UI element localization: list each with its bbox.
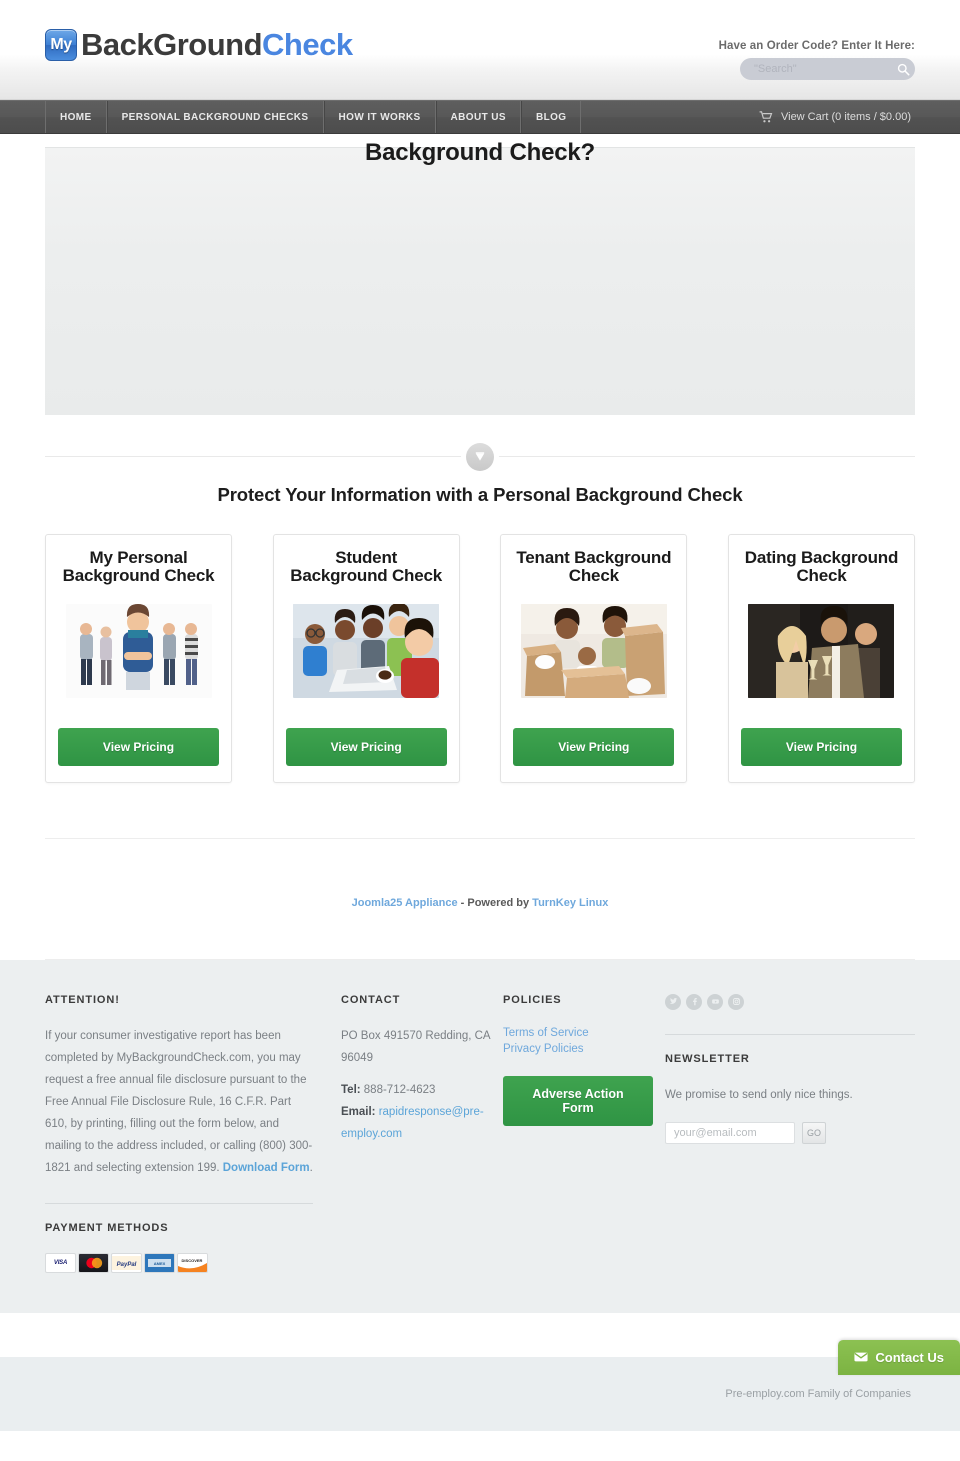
newsletter-email-input[interactable] (665, 1122, 795, 1144)
newsletter-text: We promise to send only nice things. (665, 1084, 915, 1106)
contact-heading: CONTACT (341, 994, 491, 1006)
attention-heading: ATTENTION! (45, 994, 313, 1006)
site-header: My BackGround Check Have an Order Code? … (0, 0, 960, 100)
contact-us-label: Contact Us (875, 1350, 944, 1365)
facebook-icon[interactable] (686, 994, 702, 1010)
nav-item-about-us[interactable]: ABOUT US (436, 101, 521, 133)
attention-body-end: . (310, 1162, 313, 1174)
amex-icon: AMEX (144, 1253, 175, 1273)
cart-icon (759, 111, 773, 123)
attention-body-text: If your consumer investigative report ha… (45, 1030, 312, 1174)
site-logo[interactable]: My BackGround Check (45, 27, 353, 63)
privacy-policies-link[interactable]: Privacy Policies (503, 1041, 653, 1057)
footer-col-attention: ATTENTION! If your consumer investigativ… (45, 994, 313, 1274)
card-title: My Personal Background Check (58, 549, 219, 586)
adverse-action-form-button[interactable]: Adverse Action Form (503, 1076, 653, 1126)
order-code-label: Have an Order Code? Enter It Here: (719, 40, 915, 52)
newsletter-heading: NEWSLETTER (665, 1053, 915, 1065)
card-title: Student Background Check (286, 549, 447, 586)
powered-by-line: Joomla25 Appliance - Powered by TurnKey … (45, 839, 915, 959)
footer-col-contact: CONTACT PO Box 491570 Redding, CA 96049 … (341, 994, 491, 1274)
family-with-moving-boxes-photo (521, 604, 667, 698)
footer-col-policies: POLICIES Terms of Service Privacy Polici… (503, 994, 653, 1274)
header-order-code-area: Have an Order Code? Enter It Here: (719, 40, 915, 80)
instagram-icon[interactable] (728, 994, 744, 1010)
product-cards: My Personal Background Check View Pricin… (45, 534, 915, 783)
logo-badge-my: My (45, 29, 77, 61)
search-box[interactable] (740, 58, 915, 80)
hero-title: Background Check? (45, 139, 915, 167)
card-my-personal-background-check[interactable]: My Personal Background Check View Pricin… (45, 534, 232, 783)
card-dating-background-check[interactable]: Dating Background Check (728, 534, 915, 783)
turnkey-linux-link[interactable]: TurnKey Linux (532, 897, 608, 909)
newsletter-go-button[interactable]: GO (802, 1122, 826, 1144)
view-pricing-button[interactable]: View Pricing (513, 728, 674, 766)
nav-item-personal-background-checks[interactable]: PERSONAL BACKGROUND CHECKS (107, 101, 324, 133)
contact-us-button[interactable]: Contact Us (838, 1340, 960, 1375)
payment-divider (45, 1203, 313, 1204)
nav-item-blog[interactable]: BLOG (521, 101, 582, 133)
contact-tel-row: Tel: 888-712-4623 (341, 1079, 491, 1101)
hero-divider (45, 456, 915, 457)
discover-icon: DISCOVER (177, 1253, 208, 1273)
tel-value: 888-712-4623 (361, 1084, 436, 1096)
card-title: Tenant Background Check (513, 549, 674, 586)
main-navigation: HOME PERSONAL BACKGROUND CHECKS HOW IT W… (0, 100, 960, 134)
footer-col-social-newsletter: NEWSLETTER We promise to send only nice … (665, 994, 915, 1274)
powered-middle: - Powered by (458, 897, 533, 909)
svg-text:DISCOVER: DISCOVER (182, 1258, 203, 1263)
logo-text-check: Check (262, 27, 353, 63)
newsletter-form: GO (665, 1122, 915, 1144)
group-of-young-people-photo (66, 604, 212, 698)
site-footer: ATTENTION! If your consumer investigativ… (0, 960, 960, 1314)
search-icon[interactable] (896, 58, 911, 80)
card-student-background-check[interactable]: Student Background Check View Pricing (273, 534, 460, 783)
nav-item-how-it-works[interactable]: HOW IT WORKS (324, 101, 436, 133)
view-pricing-button[interactable]: View Pricing (58, 728, 219, 766)
svg-text:PayPal: PayPal (117, 1262, 137, 1268)
view-pricing-button[interactable]: View Pricing (286, 728, 447, 766)
contact-email-row: Email: rapidresponse@pre-employ.com (341, 1101, 491, 1145)
payment-methods-heading: PAYMENT METHODS (45, 1222, 313, 1234)
social-icons (665, 994, 915, 1010)
view-cart-button[interactable]: View Cart (0 items / $0.00) (759, 101, 915, 133)
paypal-icon: PayPal (111, 1253, 142, 1273)
twitter-icon[interactable] (665, 994, 681, 1010)
visa-icon: VISA (45, 1253, 76, 1273)
tel-label: Tel: (341, 1084, 361, 1096)
newsletter-divider (665, 1034, 915, 1035)
svg-text:AMEX: AMEX (154, 1261, 166, 1266)
arrow-down-circle-icon[interactable] (466, 443, 494, 471)
attention-body: If your consumer investigative report ha… (45, 1025, 313, 1180)
mastercard-icon (78, 1253, 109, 1273)
nav-item-home[interactable]: HOME (45, 101, 107, 133)
page-content: Background Check? Protect Your Informati… (45, 147, 915, 960)
logo-text-background: BackGround (81, 27, 262, 63)
couple-toasting-photo (748, 604, 894, 698)
terms-of-service-link[interactable]: Terms of Service (503, 1025, 653, 1041)
download-form-link[interactable]: Download Form (223, 1162, 310, 1174)
envelope-icon (854, 1350, 868, 1365)
youtube-icon[interactable] (707, 994, 723, 1010)
bottom-spacer (0, 1431, 960, 1461)
card-title: Dating Background Check (741, 549, 902, 586)
joomla-appliance-link[interactable]: Joomla25 Appliance (352, 897, 458, 909)
bottom-bar-text: Pre-employ.com Family of Companies (725, 1388, 915, 1400)
policies-heading: POLICIES (503, 994, 653, 1006)
bottom-bar: Pre-employ.com Family of Companies (0, 1357, 960, 1431)
contact-address: PO Box 491570 Redding, CA 96049 (341, 1025, 491, 1069)
hero-banner[interactable]: Background Check? (45, 147, 915, 415)
students-with-laptop-photo (293, 604, 439, 698)
card-tenant-background-check[interactable]: Tenant Background Check (500, 534, 687, 783)
email-label: Email: (341, 1106, 376, 1118)
view-pricing-button[interactable]: View Pricing (741, 728, 902, 766)
cart-label: View Cart (0 items / $0.00) (781, 111, 911, 123)
search-input[interactable] (740, 63, 896, 75)
section-title: Protect Your Information with a Personal… (45, 484, 915, 506)
payment-icons: VISA PayPal AMEX DISCOVER (45, 1253, 313, 1273)
